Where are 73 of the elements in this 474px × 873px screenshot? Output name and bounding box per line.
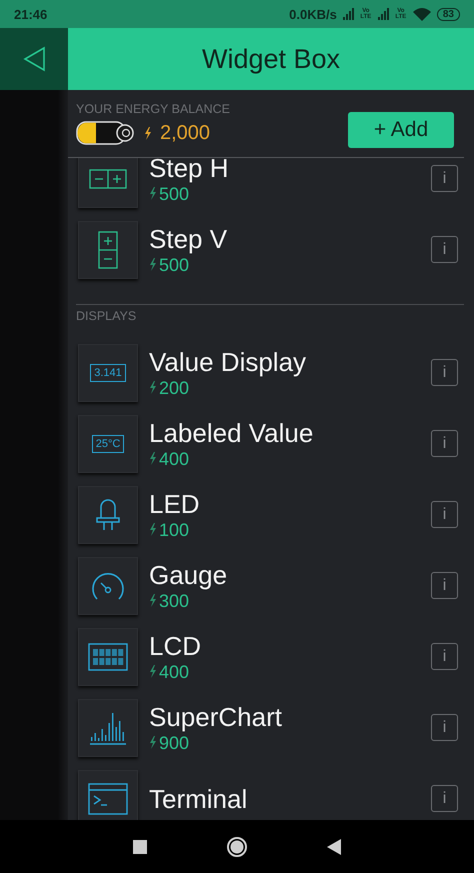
widget-tile[interactable]: 3.141	[78, 344, 138, 402]
back-nav-button[interactable]	[327, 838, 341, 854]
gauge-icon	[90, 570, 126, 600]
info-button[interactable]: i	[431, 236, 458, 263]
widget-name: Step H	[149, 158, 230, 182]
signal-icon	[342, 8, 354, 20]
info-button[interactable]: i	[431, 643, 458, 670]
bolt-icon	[149, 187, 157, 200]
home-button[interactable]	[227, 836, 247, 856]
info-button[interactable]: i	[431, 430, 458, 457]
screen-title: Widget Box	[200, 44, 342, 74]
widget-name: Terminal	[149, 784, 248, 812]
widget-price: 200	[159, 378, 190, 398]
back-icon	[22, 46, 46, 72]
recents-button[interactable]	[133, 840, 147, 854]
widget-price: 300	[159, 590, 190, 610]
square-icon	[133, 840, 147, 854]
info-button[interactable]: i	[431, 501, 458, 528]
info-button[interactable]: i	[431, 359, 458, 386]
battery-icon	[76, 121, 136, 145]
widget-tile[interactable]	[78, 220, 138, 278]
info-button[interactable]: i	[431, 785, 458, 812]
widget-name: SuperChart	[149, 702, 283, 730]
info-button[interactable]: i	[431, 572, 458, 599]
wifi-icon	[412, 7, 431, 21]
widget-tile[interactable]	[78, 486, 138, 544]
add-button[interactable]: + Add	[348, 112, 454, 148]
chart-icon	[90, 710, 126, 744]
widget-price: 400	[159, 662, 190, 682]
back-icon	[327, 838, 341, 854]
info-button[interactable]: i	[431, 714, 458, 741]
widget-tile[interactable]	[78, 556, 138, 614]
network-speed: 0.0KB/s	[289, 6, 337, 22]
bolt-icon	[149, 736, 157, 749]
terminal-icon	[88, 782, 128, 814]
widget-name: Value Display	[149, 348, 308, 376]
widget-price: 100	[159, 520, 190, 540]
widget-name: Gauge	[149, 560, 228, 588]
lcd-icon	[88, 642, 128, 670]
balance-label: YOUR ENERGY BALANCE	[76, 102, 231, 116]
stepper-icon	[89, 168, 127, 188]
clock-time: 21:46	[14, 6, 48, 22]
balance-amount: 2,000	[160, 122, 210, 144]
widget-price: 900	[159, 732, 190, 752]
widget-preview: 25°C	[92, 434, 124, 452]
bolt-icon	[149, 523, 157, 536]
widget-tile[interactable]	[78, 158, 138, 208]
widget-price: 500	[159, 254, 190, 274]
widget-name: Labeled Value	[149, 418, 314, 446]
widget-name: LED	[149, 490, 201, 518]
widget-name: LCD	[149, 632, 202, 660]
widget-price: 400	[159, 448, 190, 468]
widget-tile[interactable]: 25°C	[78, 414, 138, 472]
bolt-icon	[149, 452, 157, 465]
widget-preview: 3.141	[90, 364, 126, 382]
back-button[interactable]	[0, 28, 68, 90]
led-icon	[95, 498, 121, 531]
bolt-icon	[149, 258, 157, 271]
stepper-icon	[98, 230, 118, 268]
widget-price: 500	[159, 184, 190, 204]
signal-icon	[378, 8, 389, 20]
widget-tile[interactable]	[78, 628, 138, 686]
bolt-icon	[149, 594, 157, 607]
widget-name: Step V	[149, 224, 228, 252]
circle-icon	[227, 836, 247, 856]
bolt-icon	[149, 665, 157, 678]
widget-tile[interactable]	[78, 770, 138, 820]
battery-level: 83	[436, 8, 460, 20]
bolt-icon	[144, 126, 152, 140]
widget-tile[interactable]	[78, 698, 138, 756]
section-heading: DISPLAYS	[76, 309, 136, 323]
info-button[interactable]: i	[431, 165, 458, 192]
bolt-icon	[149, 381, 157, 394]
